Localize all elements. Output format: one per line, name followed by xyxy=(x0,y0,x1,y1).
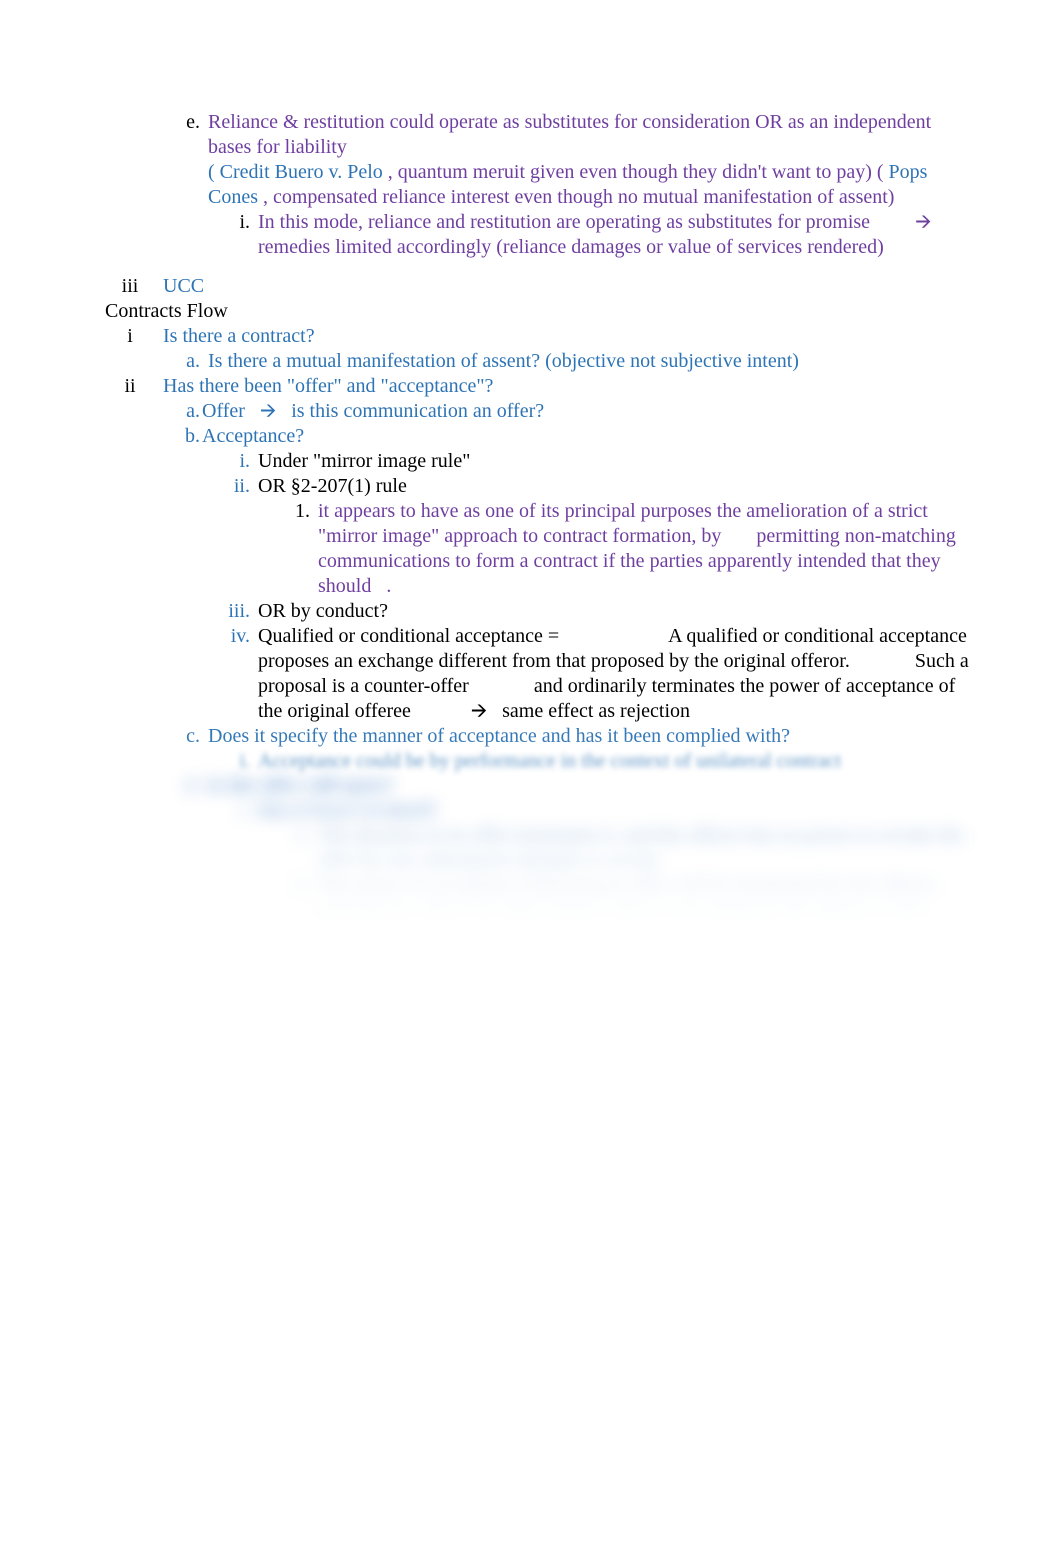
text-ii-b-i: Under "mirror image rule" xyxy=(258,449,972,474)
marker-ii: ii xyxy=(105,374,163,399)
marker-ii-b: b. xyxy=(105,424,202,449)
e-i-a: In this mode, reliance and restitution a… xyxy=(258,211,870,233)
text-ii-c-i: Acceptance could be by performance in th… xyxy=(258,749,972,774)
text-ii-b-ii-1: it appears to have as one of its princip… xyxy=(318,499,972,599)
text-i-a: Is there a mutual manifestation of assen… xyxy=(208,349,972,374)
item-ii: ii Has there been "offer" and "acceptanc… xyxy=(105,374,972,399)
text-iii: UCC xyxy=(163,274,972,299)
arrow-icon: 🡪 xyxy=(260,400,276,422)
arrow-icon: 🡪 xyxy=(471,700,487,722)
item-ii-d: d. Is the offer still open? xyxy=(105,774,972,799)
marker-ii-d-i-1: 1. xyxy=(105,824,318,849)
text-ii-b-iii: OR by conduct? xyxy=(258,599,972,624)
marker-ii-b-ii-1: 1. xyxy=(105,499,318,524)
ii-b-ii-1-c: . xyxy=(386,575,391,597)
text-ii-d-i: Has it been revoked? xyxy=(258,799,972,824)
marker-e-i: i. xyxy=(105,210,258,235)
item-ii-b-iii: iii. OR by conduct? xyxy=(105,599,972,624)
marker-ii-d-i-2: 2. xyxy=(105,874,318,899)
text-ii-a: Offer 🡪 is this communication an offer? xyxy=(202,399,972,424)
marker-ii-a: a. xyxy=(105,399,202,424)
text-ii-b-iv: Qualified or conditional acceptance = A … xyxy=(258,624,972,724)
item-ii-b: b. Acceptance? xyxy=(105,424,972,449)
marker-ii-d: d. xyxy=(105,774,208,799)
ii-a-label: Offer xyxy=(202,400,245,422)
text-ii-d: Is the offer still open? xyxy=(208,774,972,799)
e-line1: Reliance & restitution could operate as … xyxy=(208,111,931,158)
marker-i-a: a. xyxy=(105,349,208,374)
iv-lead: Qualified or conditional acceptance = xyxy=(258,625,559,647)
item-i: i Is there a contract? xyxy=(105,324,972,349)
item-i-a: a. Is there a mutual manifestation of as… xyxy=(105,349,972,374)
item-ii-a: a. Offer 🡪 is this communication an offe… xyxy=(105,399,972,424)
e-i-b: remedies limited accordingly (reliance d… xyxy=(258,236,884,258)
e-case1-open: ( Credit Buero v. Pelo xyxy=(208,161,383,183)
e-case1-rest: , quantum meruit given even though they … xyxy=(388,161,884,183)
item-ii-b-iv: iv. Qualified or conditional acceptance … xyxy=(105,624,972,724)
text-ii-b-ii: OR §2-207(1) rule xyxy=(258,474,972,499)
item-ii-d-i: i. Has it been revoked? xyxy=(105,799,972,824)
blurred-content: i. Acceptance could be by performance in… xyxy=(105,749,972,949)
marker-ii-b-iii: iii. xyxy=(105,599,258,624)
marker-i: i xyxy=(105,324,163,349)
text-ii-d-i-2: The power of acceptance following an off… xyxy=(318,874,972,949)
marker-ii-b-iv: iv. xyxy=(105,624,258,649)
item-ii-d-i-2: 2. The power of acceptance following an … xyxy=(105,874,972,949)
heading-contracts-flow: Contracts Flow xyxy=(105,299,972,324)
item-ii-b-ii-1: 1. it appears to have as one of its prin… xyxy=(105,499,972,599)
text-i: Is there a contract? xyxy=(163,324,972,349)
marker-ii-b-i: i. xyxy=(105,449,258,474)
arrow-icon: 🡪 xyxy=(915,211,931,233)
marker-ii-b-ii: ii. xyxy=(105,474,258,499)
text-ii-b: Acceptance? xyxy=(202,424,972,449)
text-ii: Has there been "offer" and "acceptance"? xyxy=(163,374,972,399)
document-page: e. Reliance & restitution could operate … xyxy=(0,0,1062,989)
ii-a-tail: is this communication an offer? xyxy=(291,400,544,422)
text-e: Reliance & restitution could operate as … xyxy=(208,110,972,210)
item-ii-d-i-1: 1. The duration of an offer terminates i… xyxy=(105,824,972,874)
item-e-i: i. In this mode, reliance and restitutio… xyxy=(105,210,972,260)
marker-ii-c: c. xyxy=(105,724,208,749)
marker-ii-d-i: i. xyxy=(105,799,258,824)
text-ii-d-i-1: The duration of an offer terminates it, … xyxy=(318,824,972,874)
iv-tail: same effect as rejection xyxy=(502,700,690,722)
text-ii-c: Does it specify the manner of acceptance… xyxy=(208,724,972,749)
e-case2-rest: , compensated reliance interest even tho… xyxy=(263,186,894,208)
item-ii-b-i: i. Under "mirror image rule" xyxy=(105,449,972,474)
marker-iii: iii xyxy=(105,274,163,299)
item-ii-b-ii: ii. OR §2-207(1) rule xyxy=(105,474,972,499)
item-e: e. Reliance & restitution could operate … xyxy=(105,110,972,210)
item-iii: iii UCC xyxy=(105,274,972,299)
marker-ii-c-i: i. xyxy=(105,749,258,774)
item-ii-c: c. Does it specify the manner of accepta… xyxy=(105,724,972,749)
marker-e: e. xyxy=(105,110,208,135)
text-e-i: In this mode, reliance and restitution a… xyxy=(258,210,972,260)
item-ii-c-i: i. Acceptance could be by performance in… xyxy=(105,749,972,774)
